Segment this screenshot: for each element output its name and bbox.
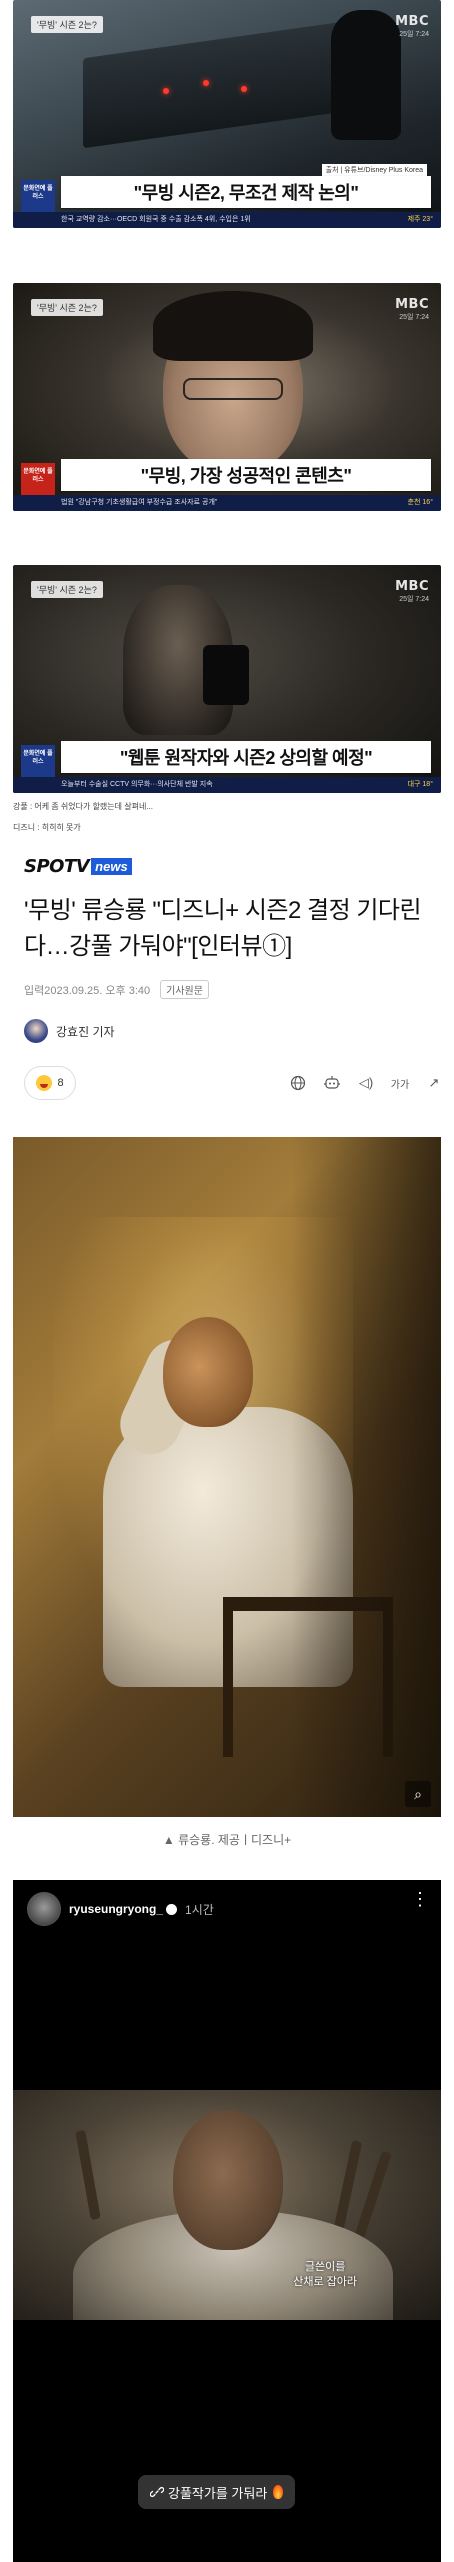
- topic-tag: '무빙' 시즌 2는?: [31, 299, 103, 316]
- pistol: [203, 645, 249, 705]
- source-label: 출처 | 유튜브/Disney Plus Korea: [321, 164, 427, 176]
- stick: [354, 2150, 392, 2240]
- story-header: ryuseungryong_ 1시간: [27, 1892, 214, 1926]
- instagram-story-screenshot: ryuseungryong_ 1시간 ⋮ 글쓴이를 산채로 잡아라 강풀작가를 …: [13, 1880, 441, 2562]
- news-screenshot-1: '무빙' 시즌 2는? MBC 25일 7:24 출처 | 유튜브/Disney…: [13, 0, 441, 228]
- reaction-button[interactable]: 8: [24, 1066, 76, 1100]
- zoom-icon[interactable]: ⌕: [405, 1781, 431, 1807]
- share-icon[interactable]: ↗: [424, 1073, 444, 1093]
- video-subtitle: 글쓴이를 산채로 잡아라: [293, 2261, 357, 2288]
- stick: [75, 2129, 101, 2221]
- story-video-frame: 글쓴이를 산채로 잡아라: [13, 2090, 441, 2320]
- news-screenshot-2: '무빙' 시즌 2는? MBC 25일 7:24 문화연예 플러스 "무빙, 가…: [13, 283, 441, 511]
- article-meta: 입력2023.09.25. 오후 3:40 기사원문: [24, 980, 209, 999]
- channel-logo: MBC 25일 7:24: [395, 14, 429, 38]
- original-article-button[interactable]: 기사원문: [160, 980, 209, 999]
- link-text: 강풀작가를 가둬라: [168, 2485, 268, 2501]
- reporter-name: 강효진 기자: [56, 1024, 115, 1039]
- red-light: [241, 86, 247, 92]
- stick: [333, 2139, 363, 2231]
- speaker-icon[interactable]: ◁): [356, 1073, 376, 1093]
- actor-hair: [153, 291, 313, 361]
- photo-person-head: [163, 1317, 253, 1427]
- avatar[interactable]: [27, 1892, 61, 1926]
- reaction-count: 8: [57, 1077, 64, 1089]
- news-screenshot-3: '무빙' 시즌 2는? MBC 25일 7:24 문화연예 플러스 "웹툰 원작…: [13, 565, 441, 793]
- news-ticker: 한국 교역량 감소···OECD 회원국 중 수출 감소폭 4위, 수입은 1위…: [13, 212, 441, 228]
- story-time: 1시간: [185, 1902, 214, 1917]
- verified-badge-icon: [166, 1903, 178, 1915]
- fire-emoji-icon: [273, 2485, 284, 2499]
- more-options-icon[interactable]: ⋮: [411, 1890, 429, 1908]
- globe-icon[interactable]: [288, 1073, 308, 1093]
- channel-logo: MBC 25일 7:24: [395, 579, 429, 603]
- laugh-emoji-icon: [36, 1075, 53, 1091]
- news-caption: "웹툰 원작자와 시즌2 상의할 예정": [61, 741, 431, 773]
- news-ticker: 오늘부터 수술실 CCTV 의무화···의사단체 반발 지속 대구 18°: [13, 777, 441, 793]
- summary-bot-icon[interactable]: [322, 1073, 342, 1093]
- article-headline: '무빙' 류승룡 "디즈니+ 시즌2 결정 기다린다…강풀 가둬야"[인터뷰①]: [24, 897, 422, 960]
- red-light: [163, 88, 169, 94]
- segment-badge: 문화연예 플러스: [21, 180, 55, 214]
- photo-shadow: [291, 1137, 441, 1817]
- glasses: [183, 378, 283, 400]
- topic-tag: '무빙' 시즌 2는?: [31, 16, 103, 33]
- story-username[interactable]: ryuseungryong_: [69, 1902, 163, 1916]
- channel-logo: MBC 25일 7:24: [395, 297, 429, 321]
- article-photo[interactable]: ⌕: [13, 1137, 441, 1817]
- red-light: [203, 80, 209, 86]
- segment-badge: 문화연예 플러스: [21, 463, 55, 497]
- comment-line: 강풀 : 어케 좀 쉬었다가 할랬는데 살펴네...: [13, 802, 153, 811]
- news-ticker: 법원 "강남구청 기초생활급여 부정수급 조사자료 공개" 춘천 16°: [13, 495, 441, 511]
- link-icon: [150, 2486, 164, 2498]
- publish-date: 입력2023.09.25. 오후 3:40: [24, 984, 151, 997]
- photo-caption: ▲ 류승룡. 제공ㅣ디즈니+: [162, 1833, 292, 1847]
- article-toolbar: ◁) 가가 ↗: [288, 1073, 444, 1093]
- reporter-avatar: [24, 1019, 48, 1043]
- press-logo[interactable]: SPOTV news: [24, 855, 132, 877]
- segment-badge: 문화연예 플러스: [21, 745, 55, 779]
- scene-figure: [331, 10, 401, 140]
- font-size-icon[interactable]: 가가: [390, 1073, 410, 1093]
- topic-tag: '무빙' 시즌 2는?: [31, 581, 103, 598]
- story-link-sticker[interactable]: 강풀작가를 가둬라: [138, 2475, 296, 2509]
- news-caption: "무빙 시즌2, 무조건 제작 논의": [61, 176, 431, 208]
- comment-line: 디즈니 : 히히히 못가: [13, 823, 81, 832]
- news-caption: "무빙, 가장 성공적인 콘텐츠": [61, 459, 431, 491]
- scene-background: [83, 21, 343, 149]
- reporter-link[interactable]: 강효진 기자: [24, 1019, 115, 1043]
- actor-face: [173, 2110, 283, 2250]
